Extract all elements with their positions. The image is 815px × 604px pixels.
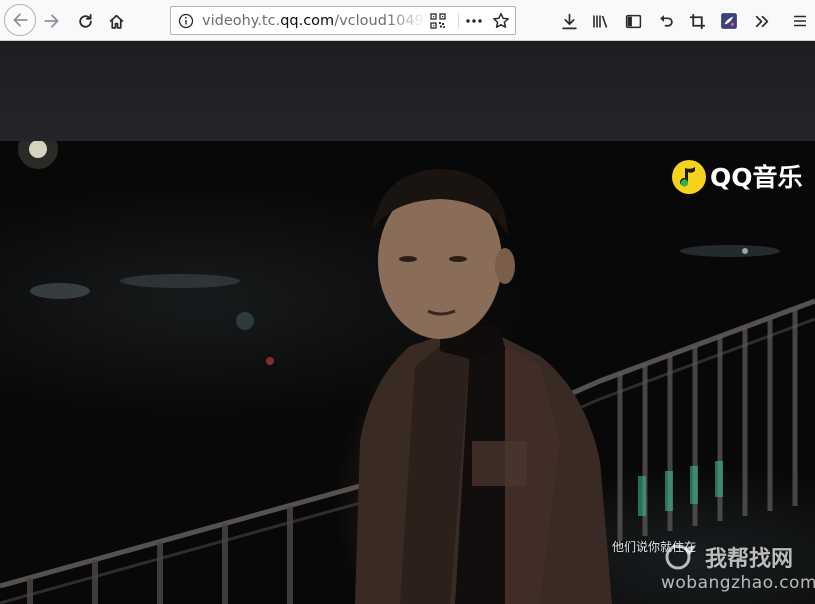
- qq-music-logo: QQ音乐: [672, 158, 803, 206]
- forward-arrow-icon: [43, 12, 61, 30]
- sidebar-button[interactable]: [619, 7, 647, 35]
- home-icon: [108, 13, 125, 30]
- site-watermark: 我帮找网 wobangzhao.com: [660, 540, 815, 604]
- back-arrow-icon: [11, 11, 29, 29]
- download-icon: [561, 13, 578, 30]
- overflow-button[interactable]: [747, 7, 775, 35]
- url-bar[interactable]: videohy.tc.qq.com/vcloud1049: [170, 6, 516, 35]
- forward-button[interactable]: [38, 7, 66, 35]
- logo-text: QQ音乐: [710, 163, 803, 192]
- star-icon[interactable]: [492, 12, 510, 34]
- extension-button[interactable]: [715, 7, 743, 35]
- back-button[interactable]: [4, 4, 36, 36]
- qr-code-icon[interactable]: [430, 13, 446, 33]
- undo-button[interactable]: [651, 7, 679, 35]
- hamburger-menu-icon: [792, 13, 808, 29]
- watermark-logo-icon: [662, 543, 698, 571]
- watermark-cn-text: 我帮找网: [705, 547, 794, 572]
- watermark-url-text: wobangzhao.com: [661, 573, 815, 593]
- url-text[interactable]: videohy.tc.qq.com/vcloud1049: [202, 12, 427, 30]
- downloads-button[interactable]: [555, 7, 583, 35]
- library-icon: [592, 13, 610, 30]
- crop-button[interactable]: [683, 7, 711, 35]
- url-divider: [458, 13, 459, 29]
- music-note-icon: [672, 160, 706, 194]
- video-player-top: [0, 41, 815, 141]
- library-button[interactable]: [587, 7, 615, 35]
- reload-icon: [77, 13, 94, 30]
- url-prefix: videohy.tc.: [202, 13, 281, 29]
- more-dots-icon[interactable]: [465, 13, 483, 33]
- home-button[interactable]: [102, 7, 130, 35]
- info-icon[interactable]: [178, 13, 194, 29]
- reload-button[interactable]: [71, 7, 99, 35]
- crop-icon: [689, 13, 706, 30]
- browser-toolbar: videohy.tc.qq.com/vcloud1049: [0, 0, 815, 41]
- url-domain: qq.com: [280, 13, 335, 29]
- undo-icon: [657, 13, 674, 30]
- extension-icon: [720, 12, 738, 30]
- menu-button[interactable]: [786, 7, 814, 35]
- video-scene: [0, 141, 815, 604]
- sidebar-icon: [625, 13, 642, 30]
- url-suffix: /vcloud1049: [334, 13, 424, 29]
- video-frame[interactable]: [0, 141, 815, 604]
- chevron-double-right-icon: [753, 13, 770, 30]
